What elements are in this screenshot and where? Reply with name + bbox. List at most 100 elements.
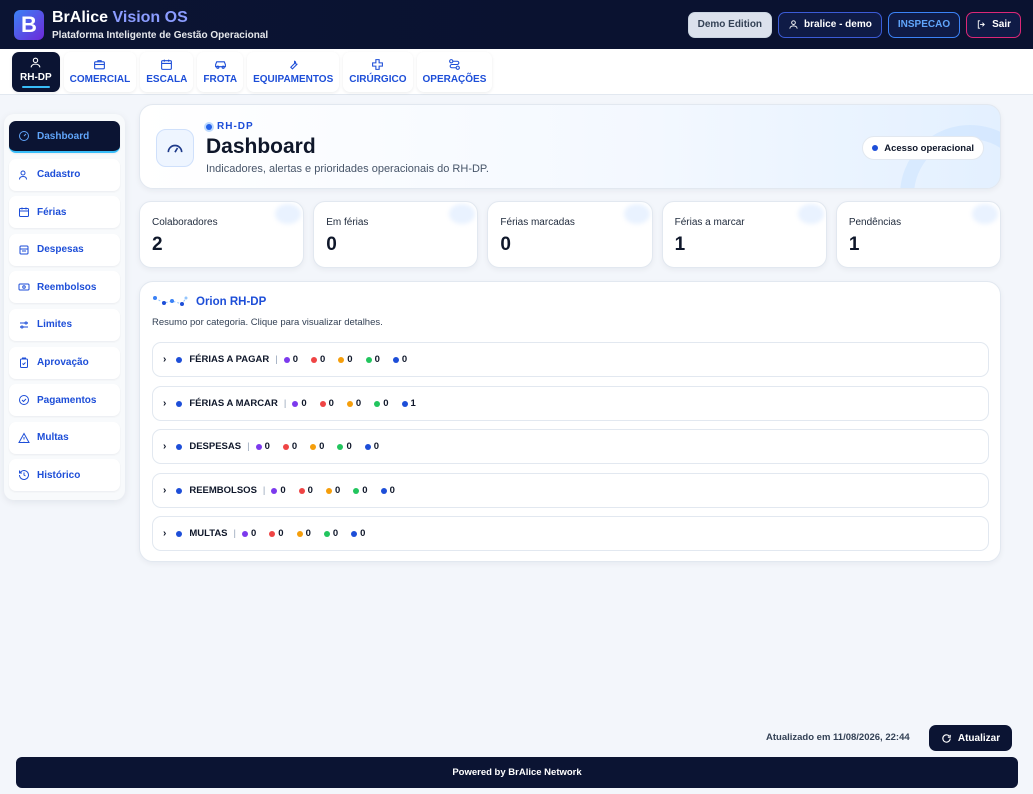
- stat-label: Férias a marcar: [674, 217, 745, 228]
- count-value: 0: [319, 441, 325, 452]
- category-count: 0: [353, 485, 368, 496]
- sidebar-item-historico[interactable]: Histórico: [9, 459, 120, 492]
- app-title-main: BrAlice: [52, 8, 109, 26]
- page-title: Dashboard: [206, 135, 316, 158]
- count-dot: [353, 487, 360, 494]
- sidebar-item-ferias[interactable]: Férias: [9, 196, 120, 229]
- history-icon: [19, 470, 29, 481]
- count-value: 0: [389, 485, 395, 496]
- count-dot: [296, 530, 303, 537]
- constellation-icon: [153, 296, 188, 306]
- calendar-icon: [161, 59, 173, 70]
- check-circle-icon: [19, 395, 29, 406]
- tab-comercial[interactable]: COMERCIAL: [63, 51, 137, 92]
- tab-label: ESCALA: [146, 74, 188, 85]
- count-value: 0: [328, 398, 334, 409]
- count-value: 0: [278, 528, 284, 539]
- access-dot: [872, 145, 879, 151]
- app-subtitle: Plataforma Inteligente de Gestão Operaci…: [52, 29, 269, 41]
- dashboard-header-card: RH-DP Dashboard Indicadores, alertas e p…: [139, 104, 1001, 189]
- access-badge: Acesso operacional: [862, 136, 984, 160]
- users-icon: [30, 57, 41, 67]
- inspecao-button[interactable]: INSPECAO: [887, 11, 961, 38]
- category-row[interactable]: › REEMBOLSOS | 0 0 0 0 0: [152, 473, 989, 508]
- module-tabs: RH-DP COMERCIAL ESCALA FROTA EQUIPAMENTO…: [0, 49, 1033, 95]
- separator: |: [283, 398, 287, 409]
- category-count: 0: [296, 528, 311, 539]
- user-button[interactable]: bralice - demo: [778, 11, 882, 38]
- tab-cirurgico[interactable]: CIRÚRGICO: [343, 51, 413, 92]
- category-count: 0: [298, 485, 313, 496]
- count-dot: [269, 530, 276, 537]
- tab-operacoes[interactable]: OPERAÇÕES: [416, 51, 493, 92]
- access-label: Acesso operacional: [884, 142, 974, 154]
- receipt-icon: [19, 245, 29, 255]
- separator: |: [275, 354, 278, 365]
- tab-escala[interactable]: ESCALA: [140, 51, 194, 92]
- category-dot: [176, 443, 183, 450]
- stat-card-ferias-marcadas: Férias marcadas 0: [487, 201, 653, 268]
- stat-card-em-ferias: Em férias 0: [313, 201, 479, 268]
- refresh-button[interactable]: Atualizar: [929, 725, 1012, 751]
- sidebar-item-multas[interactable]: Multas: [9, 421, 120, 454]
- separator: |: [262, 485, 266, 496]
- logout-icon: [977, 20, 985, 29]
- kicker-dot: [206, 123, 212, 130]
- count-value: 0: [292, 354, 298, 365]
- stat-decoration: [275, 204, 302, 224]
- warning-icon: [18, 432, 30, 443]
- count-dot: [325, 487, 332, 494]
- footer-bar: Powered by BrAlice Network: [16, 757, 1018, 788]
- category-row[interactable]: › DESPESAS | 0 0 0 0 0: [152, 429, 989, 464]
- clipboard-check-icon: [20, 357, 28, 368]
- category-count: 0: [241, 528, 256, 539]
- sidebar-item-label: Limites: [37, 319, 73, 331]
- user-icon: [19, 170, 27, 180]
- sidebar-item-label: Histórico: [37, 469, 81, 481]
- refresh-label: Atualizar: [957, 732, 1001, 744]
- sidebar-item-aprovacao[interactable]: Aprovação: [9, 346, 120, 379]
- count-value: 0: [305, 528, 311, 539]
- tab-equipamentos[interactable]: EQUIPAMENTOS: [247, 51, 340, 92]
- count-dot: [298, 487, 305, 494]
- count-value: 0: [401, 354, 408, 365]
- category-count: 0: [269, 528, 284, 539]
- count-value: 0: [291, 441, 298, 452]
- active-tab-indicator: [21, 85, 50, 88]
- tab-label: OPERAÇÕES: [422, 74, 487, 85]
- tab-rh-dp[interactable]: RH-DP: [12, 51, 60, 92]
- category-row[interactable]: › FÉRIAS A PAGAR | 0 0 0 0 0: [152, 342, 989, 377]
- chevron-right-icon: ›: [163, 528, 167, 539]
- sliders-icon: [20, 321, 28, 329]
- user-label: bralice - demo: [804, 19, 872, 30]
- tab-frota[interactable]: FROTA: [197, 51, 244, 92]
- sidebar-item-limites[interactable]: Limites: [9, 308, 120, 341]
- count-dot: [401, 400, 408, 407]
- sidebar-item-reembolsos[interactable]: Reembolsos: [9, 271, 120, 304]
- app-logo: B: [14, 9, 44, 40]
- stat-label: Colaboradores: [152, 217, 218, 228]
- tab-label: FROTA: [203, 74, 238, 85]
- count-dot: [351, 530, 358, 537]
- category-count: 0: [283, 354, 298, 365]
- sidebar-item-pagamentos[interactable]: Pagamentos: [9, 384, 120, 417]
- category-count: 0: [374, 398, 389, 409]
- refresh-icon: [942, 733, 951, 743]
- sidebar-item-cadastro[interactable]: Cadastro: [9, 158, 120, 191]
- separator: |: [233, 528, 236, 539]
- count-dot: [319, 400, 326, 407]
- stat-label: Pendências: [848, 217, 902, 228]
- count-dot: [364, 443, 371, 450]
- sidebar-item-despesas[interactable]: Despesas: [9, 233, 120, 266]
- count-dot: [323, 530, 330, 537]
- sidebar-item-label: Cadastro: [37, 169, 81, 181]
- logout-button[interactable]: Sair: [966, 11, 1021, 38]
- category-count: 0: [338, 354, 353, 365]
- car-icon: [214, 61, 226, 69]
- category-count: 0: [310, 441, 324, 452]
- category-row[interactable]: › FÉRIAS A MARCAR | 0 0 0 0 1: [152, 386, 989, 421]
- sidebar-item-dashboard[interactable]: Dashboard: [9, 121, 120, 153]
- stat-decoration: [972, 204, 999, 224]
- category-row[interactable]: › MULTAS | 0 0 0 0 0: [152, 516, 989, 551]
- stat-card-ferias-a-marcar: Férias a marcar 1: [661, 201, 827, 268]
